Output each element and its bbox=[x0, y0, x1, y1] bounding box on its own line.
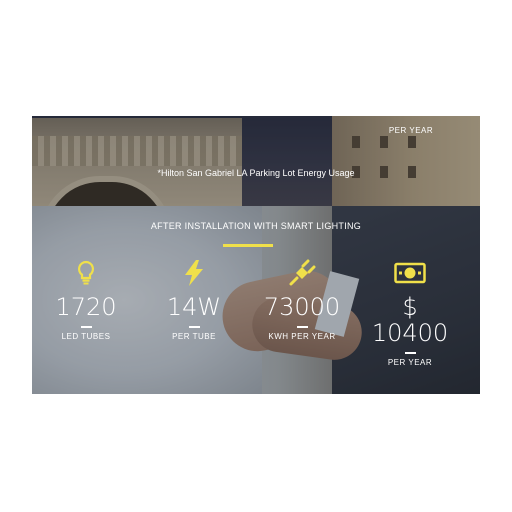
stat-value: 1720 bbox=[55, 293, 117, 321]
stat-led-tubes: 1720 LED TUBES bbox=[36, 258, 136, 341]
power-plug-icon bbox=[252, 258, 352, 288]
stat-label: KWH PER YEAR bbox=[268, 332, 336, 341]
stat-value: 73000 bbox=[263, 293, 341, 321]
lightning-bolt-icon bbox=[144, 258, 244, 288]
per-year-label: PER YEAR bbox=[388, 126, 434, 135]
stat-kwh-per-year: 73000 KWH PER YEAR bbox=[252, 258, 352, 341]
stat-label: PER TUBE bbox=[172, 332, 216, 341]
stat-label: LED TUBES bbox=[61, 332, 111, 341]
stat-value-currency: $ bbox=[402, 293, 418, 321]
stat-per-tube: 14W PER TUBE bbox=[144, 258, 244, 341]
stat-savings-per-year: $ 10400 PER YEAR bbox=[360, 258, 460, 367]
section-title: AFTER INSTALLATION WITH SMART LIGHTING bbox=[150, 221, 362, 231]
before-usage-panel: PER YEAR *Hilton San Gabriel LA Parking … bbox=[32, 116, 480, 206]
dollar-bill-icon bbox=[360, 258, 460, 288]
after-installation-panel: AFTER INSTALLATION WITH SMART LIGHTING 1… bbox=[32, 206, 480, 394]
stat-value: 10400 bbox=[371, 319, 449, 347]
title-accent-bar bbox=[223, 244, 273, 247]
energy-usage-caption: *Hilton San Gabriel LA Parking Lot Energ… bbox=[157, 168, 355, 178]
stat-value: 14W bbox=[166, 293, 222, 321]
stat-label: PER YEAR bbox=[387, 358, 433, 367]
lightbulb-icon bbox=[36, 258, 136, 288]
